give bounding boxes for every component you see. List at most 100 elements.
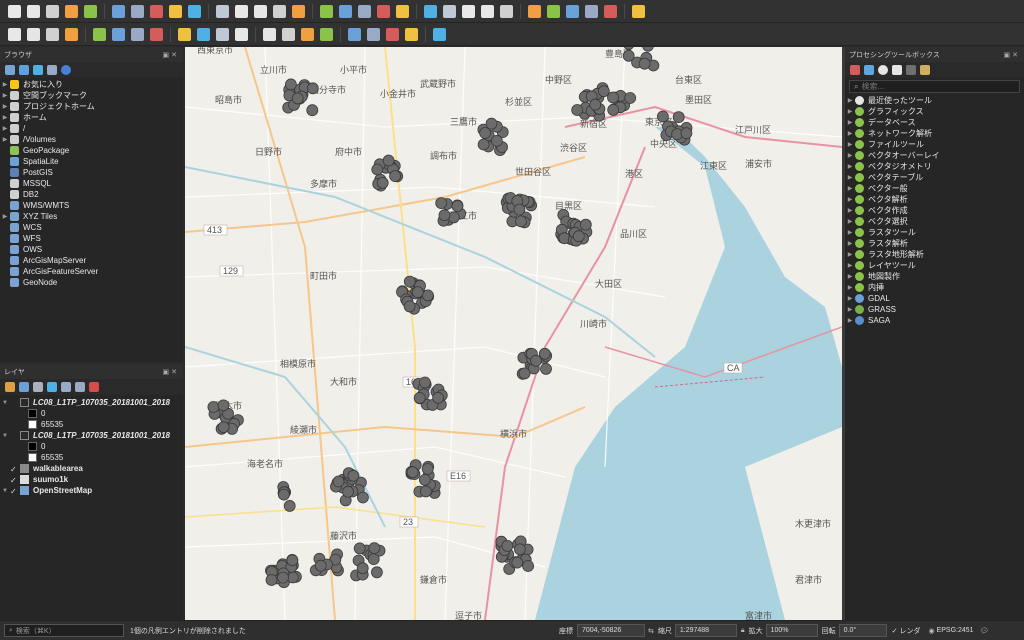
text-annotation-button[interactable] xyxy=(630,3,647,20)
browser-item[interactable]: ▶ 空間ブックマーク xyxy=(0,90,183,101)
expand-arrow-icon[interactable]: ▶ xyxy=(845,295,855,302)
plugin-button[interactable] xyxy=(431,26,448,43)
expand-arrow-icon[interactable]: ▶ xyxy=(845,185,855,192)
tooltip-button[interactable] xyxy=(602,3,619,20)
processing-provider-item[interactable]: ▶ 最近使ったツール xyxy=(845,95,1024,106)
expand-arrow-icon[interactable]: ▶ xyxy=(845,141,855,148)
processing-provider-item[interactable]: ▶ ラスタ解析 xyxy=(845,238,1024,249)
panel-float-close-icon[interactable]: ▣✕ xyxy=(1004,51,1020,59)
expand-arrow-icon[interactable]: ▶ xyxy=(845,240,855,247)
expand-arrow-icon[interactable]: ▶ xyxy=(845,229,855,236)
open-project-button[interactable] xyxy=(25,3,42,20)
paste-button[interactable] xyxy=(195,26,212,43)
processing-provider-item[interactable]: ▶ ベクタオーバーレイ xyxy=(845,150,1024,161)
label-change-button[interactable] xyxy=(365,26,382,43)
layer-visibility-checkbox[interactable]: ✓ xyxy=(10,487,20,496)
processing-provider-item[interactable]: ▶ 内挿 xyxy=(845,282,1024,293)
label-pin-button[interactable] xyxy=(280,26,297,43)
expand-arrow-icon[interactable]: ▶ xyxy=(845,218,855,225)
expand-arrow-icon[interactable]: ▶ xyxy=(0,81,10,88)
processing-provider-item[interactable]: ▶ ベクタテーブル xyxy=(845,172,1024,183)
cut-button[interactable] xyxy=(148,26,165,43)
rotation-field[interactable]: 0.0° xyxy=(838,624,887,637)
layer-row[interactable]: ▼ ✓ OpenStreetMap xyxy=(0,485,183,496)
models-icon[interactable] xyxy=(850,65,860,75)
ruler-button[interactable] xyxy=(583,3,600,20)
bookmark-new-button[interactable] xyxy=(356,3,373,20)
info-icon[interactable] xyxy=(61,65,71,75)
sum-button[interactable] xyxy=(564,3,581,20)
layer-visibility-checkbox[interactable] xyxy=(10,432,20,439)
expand-arrow-icon[interactable]: ▶ xyxy=(845,273,855,280)
redo-button[interactable] xyxy=(233,26,250,43)
messages-icon[interactable]: 💬︎ xyxy=(980,627,989,635)
measure-button[interactable] xyxy=(441,3,458,20)
expand-arrow-icon[interactable]: ▶ xyxy=(845,152,855,159)
edit-pencil-button[interactable] xyxy=(25,26,42,43)
layer-row[interactable]: ▼ LC08_L1TP_107035_20181001_2018 xyxy=(0,397,183,408)
save-as-button[interactable] xyxy=(63,3,80,20)
delete-selected-button[interactable] xyxy=(129,26,146,43)
browser-item[interactable]: ArcGisFeatureServer xyxy=(0,266,183,277)
browser-item[interactable]: ▶ お気に入り xyxy=(0,79,183,90)
label-move-button[interactable] xyxy=(318,26,335,43)
browser-item[interactable]: GeoNode xyxy=(0,277,183,288)
filter-icon[interactable] xyxy=(33,65,43,75)
browser-item[interactable]: ArcGisMapServer xyxy=(0,255,183,266)
processing-search-input[interactable] xyxy=(861,82,1002,91)
browser-item[interactable]: OWS xyxy=(0,244,183,255)
bookmark-show-button[interactable] xyxy=(375,3,392,20)
zoom-next-button[interactable] xyxy=(337,3,354,20)
undo-button[interactable] xyxy=(214,26,231,43)
magnifier-field[interactable]: 100% xyxy=(765,624,818,637)
browser-item[interactable]: DB2 xyxy=(0,189,183,200)
processing-provider-item[interactable]: ▶ ベクタ選択 xyxy=(845,216,1024,227)
style-manager-button[interactable] xyxy=(129,3,146,20)
refresh-icon[interactable] xyxy=(19,65,29,75)
panel-float-close-icon[interactable]: ▣✕ xyxy=(163,368,179,376)
coord-field[interactable]: 7004,-50826 xyxy=(577,624,645,637)
expand-arrow-icon[interactable]: ▶ xyxy=(845,284,855,291)
new-project-button[interactable] xyxy=(6,3,23,20)
expand-arrow-icon[interactable]: ▼ xyxy=(0,488,10,494)
locator-search[interactable]: ⌕ 検索（⌘K） xyxy=(4,624,124,637)
zoom-native-button[interactable] xyxy=(290,3,307,20)
processing-provider-item[interactable]: ▶ グラフィックス xyxy=(845,106,1024,117)
expand-arrow-icon[interactable]: ▶ xyxy=(0,136,10,143)
browser-item[interactable]: WFS xyxy=(0,233,183,244)
add-group-icon[interactable] xyxy=(19,382,29,392)
browser-item[interactable]: ▶ / xyxy=(0,123,183,134)
browser-item[interactable]: WCS xyxy=(0,222,183,233)
identify-button[interactable] xyxy=(422,3,439,20)
processing-provider-item[interactable]: ▶ ベクタジオメトリ xyxy=(845,161,1024,172)
expand-arrow-icon[interactable]: ▶ xyxy=(0,114,10,121)
processing-provider-item[interactable]: ▶ GDAL xyxy=(845,293,1024,304)
zoom-last-button[interactable] xyxy=(318,3,335,20)
panel-float-close-icon[interactable]: ▣✕ xyxy=(163,51,179,59)
browser-item[interactable]: SpatiaLite xyxy=(0,156,183,167)
open-layer-styling-icon[interactable] xyxy=(5,382,15,392)
scripts-icon[interactable] xyxy=(864,65,874,75)
deselect-button[interactable] xyxy=(479,3,496,20)
zoom-full-button[interactable] xyxy=(233,3,250,20)
browser-item[interactable]: ▶ プロジェクトホーム xyxy=(0,101,183,112)
expand-arrow-icon[interactable]: ▶ xyxy=(845,119,855,126)
layer-visibility-checkbox[interactable]: ✓ xyxy=(10,476,20,485)
processing-provider-item[interactable]: ▶ GRASS xyxy=(845,304,1024,315)
crs-icon[interactable]: ◉ xyxy=(928,627,934,635)
edit-in-place-icon[interactable] xyxy=(906,65,916,75)
layer-row[interactable]: ✓ suumo1k xyxy=(0,474,183,485)
collapse-all-icon[interactable] xyxy=(47,65,57,75)
scale-field[interactable]: 1:297488 xyxy=(674,624,737,637)
zoom-selection-button[interactable] xyxy=(252,3,269,20)
expand-arrow-icon[interactable]: ▼ xyxy=(0,400,10,406)
expand-arrow-icon[interactable]: ▶ xyxy=(845,163,855,170)
help-button[interactable] xyxy=(403,26,420,43)
gear-button[interactable] xyxy=(545,3,562,20)
digitize-button[interactable] xyxy=(6,26,23,43)
expand-arrow-icon[interactable]: ▶ xyxy=(845,108,855,115)
browser-item[interactable]: ▶ ホーム xyxy=(0,112,183,123)
processing-provider-item[interactable]: ▶ SAGA xyxy=(845,315,1024,326)
options-wrench-icon[interactable] xyxy=(920,65,930,75)
attribute-table-button[interactable] xyxy=(498,3,515,20)
